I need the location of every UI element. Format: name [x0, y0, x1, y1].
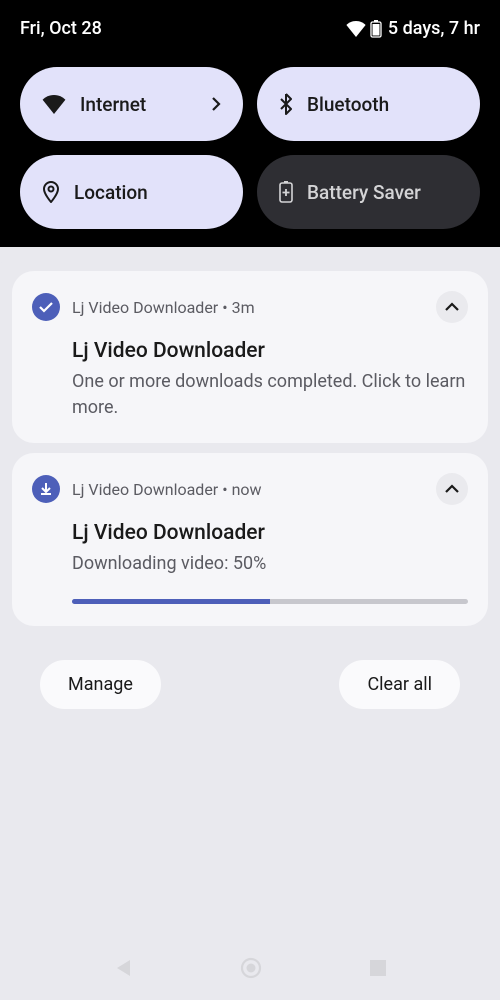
notification-time: now: [232, 480, 262, 499]
notification-title: Lj Video Downloader: [72, 521, 468, 545]
back-icon: [113, 958, 133, 978]
recent-button[interactable]: [369, 959, 387, 977]
download-icon: [32, 475, 60, 503]
recent-icon: [369, 959, 387, 977]
bluetooth-icon: [279, 93, 293, 115]
date-label: Fri, Oct 28: [20, 18, 102, 39]
navigation-bar: [0, 936, 500, 1000]
qs-tile-bluetooth[interactable]: Bluetooth: [257, 67, 480, 141]
clear-all-button[interactable]: Clear all: [339, 660, 460, 709]
notification-meta: Lj Video Downloader • now: [72, 480, 424, 499]
notification-card[interactable]: Lj Video Downloader • 3m Lj Video Downlo…: [12, 271, 488, 443]
location-icon: [42, 181, 60, 203]
qs-tile-internet[interactable]: Internet: [20, 67, 243, 141]
notification-header: Lj Video Downloader • 3m: [32, 291, 468, 323]
battery-icon: [370, 20, 382, 38]
chevron-up-icon: [444, 484, 460, 494]
status-icons: [346, 20, 382, 38]
quick-settings-grid: Internet Bluetooth Location Battery Save…: [20, 67, 480, 229]
qs-tile-location[interactable]: Location: [20, 155, 243, 229]
qs-label: Location: [74, 181, 221, 204]
home-button[interactable]: [240, 957, 262, 979]
battery-label: 5 days, 7 hr: [388, 18, 480, 39]
wifi-icon: [346, 21, 366, 37]
notification-header: Lj Video Downloader • now: [32, 473, 468, 505]
notification-body: Lj Video Downloader One or more download…: [32, 339, 468, 421]
notification-panel: Lj Video Downloader • 3m Lj Video Downlo…: [0, 247, 500, 745]
qs-label: Battery Saver: [307, 181, 458, 204]
wifi-icon: [42, 95, 66, 114]
battery-saver-icon: [279, 181, 293, 203]
progress-fill: [72, 599, 270, 604]
notification-time: 3m: [232, 298, 255, 317]
app-name: Lj Video Downloader: [72, 298, 218, 317]
notification-body: Lj Video Downloader Downloading video: 5…: [32, 521, 468, 577]
qs-tile-battery-saver[interactable]: Battery Saver: [257, 155, 480, 229]
manage-button[interactable]: Manage: [40, 660, 161, 709]
notification-title: Lj Video Downloader: [72, 339, 468, 363]
notification-card[interactable]: Lj Video Downloader • now Lj Video Downl…: [12, 453, 488, 626]
chevron-right-icon: [211, 96, 221, 112]
collapse-button[interactable]: [436, 291, 468, 323]
qs-label: Internet: [80, 93, 197, 116]
notification-text: Downloading video: 50%: [72, 551, 468, 577]
back-button[interactable]: [113, 958, 133, 978]
app-name: Lj Video Downloader: [72, 480, 218, 499]
notification-text: One or more downloads completed. Click t…: [72, 369, 468, 421]
home-icon: [240, 957, 262, 979]
status-right: 5 days, 7 hr: [346, 18, 480, 39]
collapse-button[interactable]: [436, 473, 468, 505]
check-icon: [32, 293, 60, 321]
status-bar: Fri, Oct 28 5 days, 7 hr: [20, 18, 480, 39]
qs-label: Bluetooth: [307, 93, 458, 116]
chevron-up-icon: [444, 302, 460, 312]
quick-settings-panel: Fri, Oct 28 5 days, 7 hr Internet Blueto…: [0, 0, 500, 247]
notification-meta: Lj Video Downloader • 3m: [72, 298, 424, 317]
notification-actions: Manage Clear all: [12, 636, 488, 733]
progress-bar: [72, 599, 468, 604]
